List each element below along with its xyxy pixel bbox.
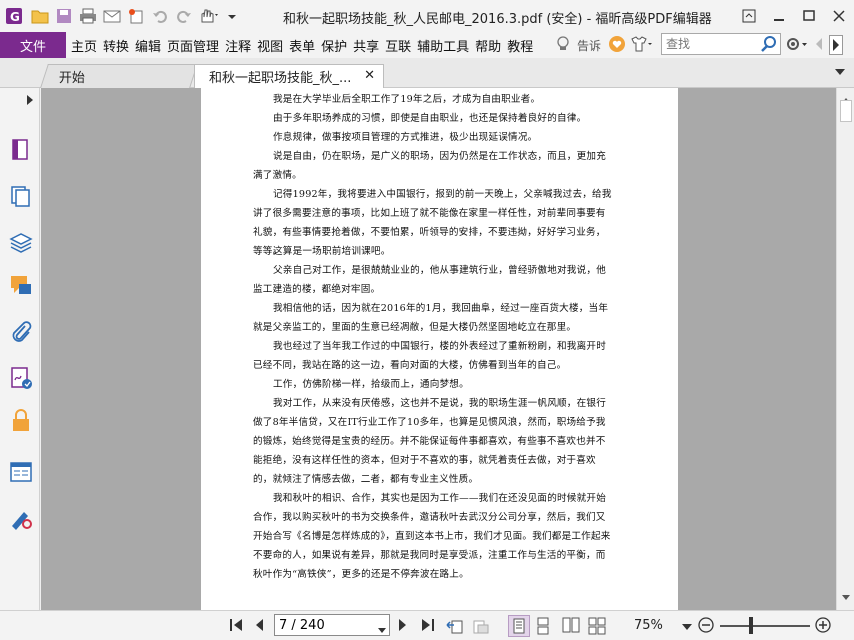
vertical-scrollbar[interactable] [836, 88, 854, 610]
lightbulb-icon[interactable] [556, 35, 570, 55]
ribbon-left-icon[interactable] [813, 36, 825, 55]
window-title: 和秋一起职场技能_秋_人民邮电_2016.3.pdf (安全) - 福昕高级PD… [283, 12, 712, 27]
page-number-field[interactable] [274, 614, 390, 636]
minimize-button[interactable] [764, 3, 794, 29]
menu-form[interactable]: 表单 [286, 32, 318, 58]
layers-icon[interactable] [9, 230, 33, 254]
menu-view[interactable]: 视图 [254, 32, 286, 58]
menu-help[interactable]: 帮助 [472, 32, 504, 58]
customize-toolbar-icon[interactable] [222, 6, 242, 26]
previous-page-icon[interactable] [252, 617, 266, 636]
menu-share[interactable]: 共享 [350, 32, 382, 58]
menu-protect[interactable]: 保护 [318, 32, 350, 58]
new-document-icon[interactable] [126, 6, 146, 26]
pages-icon[interactable] [9, 184, 33, 208]
menu-edit[interactable]: 编辑 [132, 32, 164, 58]
paragraph: 父亲自己对工作，是很兢兢业业的，他从事建筑行业，曾经骄傲地对我说，他监工建造的楼… [253, 265, 606, 295]
first-page-icon[interactable] [228, 617, 244, 636]
tab-document-label: 和秋一起职场技能_秋_... [209, 71, 352, 86]
document-view[interactable]: 我是在大学毕业后全职工作了19年之后，才成为自由职业者。 由于多年职场养成的习惯… [41, 88, 836, 610]
page-thumbnails-icon[interactable] [9, 138, 33, 162]
scroll-down-icon[interactable] [842, 590, 850, 604]
tab-document[interactable]: 和秋一起职场技能_秋_... ✕ [194, 64, 384, 88]
single-page-view-icon[interactable] [508, 615, 530, 637]
print-icon[interactable] [78, 6, 98, 26]
app-logo-icon[interactable]: G [4, 6, 24, 26]
search-icon[interactable] [760, 35, 778, 56]
comments-icon[interactable] [9, 274, 33, 298]
next-view-icon[interactable] [472, 617, 490, 638]
tell-me-label[interactable]: 告诉 [574, 32, 604, 58]
paragraph: 工作，仿佛阶梯一样，拾级而上，通向梦想。 [273, 379, 469, 390]
search-input[interactable] [666, 35, 762, 53]
search-field[interactable] [661, 33, 781, 55]
paragraph: 我对工作，从来没有厌倦感，这也并不是说，我的职场生涯一帆风顺，在银行做了8年半信… [253, 398, 606, 485]
title-bar: G 和秋一起职场技能_秋_人民邮电_2016.3.pdf (安全) - 福昕高级… [0, 0, 854, 32]
form-fields-icon[interactable] [9, 460, 33, 484]
zoom-slider-track[interactable] [720, 625, 810, 627]
tab-start-label: 开始 [58, 71, 85, 86]
maximize-button[interactable] [794, 3, 824, 29]
menu-organize[interactable]: 页面管理 [164, 32, 222, 58]
menu-bar: 文件 主页 转换 编辑 页面管理 注释 视图 表单 保护 共享 互联 辅助工具 … [0, 32, 854, 58]
skin-icon[interactable] [630, 35, 653, 55]
close-tab-icon[interactable]: ✕ [364, 68, 375, 83]
expand-panel-icon[interactable] [26, 94, 34, 109]
paragraph: 这算是一场职前培训课吧。 [273, 246, 391, 257]
menu-tutorial[interactable]: 教程 [504, 32, 536, 58]
gear-icon[interactable] [785, 36, 809, 55]
paragraph: 由于多年职场养成的习惯，即使是自由职业，也还是保持着良好的自律。 [273, 113, 587, 124]
paragraph: 我相信他的话，因为就在2016年的1月，我回曲阜，经过一座百货大楼，当年就是父亲… [253, 303, 609, 333]
menu-comment[interactable]: 注释 [222, 32, 254, 58]
tab-list-dropdown-icon[interactable] [834, 66, 846, 80]
continuous-view-icon[interactable] [536, 617, 550, 638]
paragraph: 我和秋叶的相识、合作，其实也是因为工作——我们在还没见面的时候就开始合作，我以购… [253, 493, 611, 580]
save-icon[interactable] [54, 6, 74, 26]
heart-icon[interactable] [608, 35, 626, 56]
tab-start[interactable]: 开始 [40, 64, 198, 88]
close-window-button[interactable] [824, 3, 854, 29]
page-dropdown-icon[interactable] [378, 623, 386, 637]
paragraph: 我是在大学毕业后全职工作了19年之后，才成为自由职业者。 [273, 94, 541, 105]
content-edit-icon[interactable] [9, 506, 33, 530]
menu-accessibility[interactable]: 辅助工具 [414, 32, 472, 58]
paragraph: 作息规律，做事按项目管理的方式推进，极少出现延误情况。 [273, 132, 538, 143]
menu-convert[interactable]: 转换 [100, 32, 132, 58]
file-menu-button[interactable]: 文件 [0, 32, 66, 58]
paragraph: 我也经过了当年我工作过的中国银行，楼的外表经过了重新粉刷，和我离开时已经不同，我… [253, 341, 606, 371]
menu-items: 主页 转换 编辑 页面管理 注释 视图 表单 保护 共享 互联 辅助工具 帮助 … [68, 32, 536, 58]
pdf-page: 我是在大学毕业后全职工作了19年之后，才成为自由职业者。 由于多年职场养成的习惯… [201, 88, 678, 610]
continuous-facing-view-icon[interactable] [588, 617, 606, 638]
ribbon-right-icon[interactable] [829, 35, 843, 55]
zoom-level[interactable]: 75% [634, 618, 663, 633]
document-tabs: 开始 和秋一起职场技能_秋_... ✕ [0, 58, 854, 88]
open-folder-icon[interactable] [30, 6, 50, 26]
paragraph: 说是自由，仍在职场，是广义的职场，因为仍然是在工作状态，而且，更加充满了激情。 [253, 151, 606, 181]
zoom-in-icon[interactable] [814, 616, 832, 637]
next-page-icon[interactable] [396, 617, 410, 636]
page-number-input[interactable] [279, 617, 379, 633]
hand-tool-icon[interactable] [198, 6, 218, 26]
scroll-thumb[interactable] [840, 100, 852, 122]
zoom-dropdown-icon[interactable] [682, 620, 692, 634]
menu-connect[interactable]: 互联 [382, 32, 414, 58]
menu-home[interactable]: 主页 [68, 32, 100, 58]
previous-view-icon[interactable] [446, 617, 464, 638]
facing-view-icon[interactable] [562, 617, 580, 636]
email-icon[interactable] [102, 6, 122, 26]
security-lock-icon[interactable] [9, 408, 33, 432]
signatures-icon[interactable] [9, 366, 33, 390]
svg-text:G: G [10, 10, 20, 24]
zoom-slider-thumb[interactable] [749, 617, 753, 634]
attachments-icon[interactable] [9, 320, 33, 344]
ribbon-toggle-icon[interactable] [734, 3, 764, 29]
navigation-panel [0, 88, 40, 610]
undo-icon[interactable] [150, 6, 170, 26]
last-page-icon[interactable] [420, 617, 436, 636]
status-bar: 75% [0, 610, 854, 640]
zoom-out-icon[interactable] [697, 616, 715, 637]
redo-icon[interactable] [174, 6, 194, 26]
